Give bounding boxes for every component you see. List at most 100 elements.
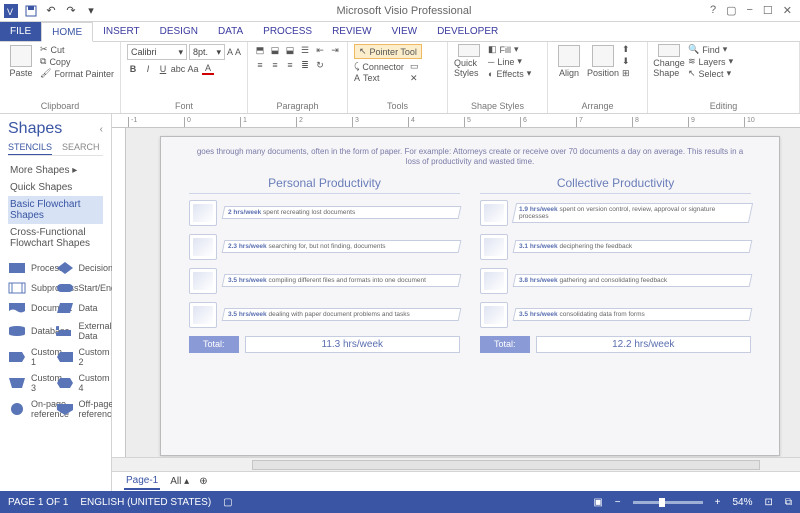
zoom-slider[interactable] (633, 501, 703, 504)
stencil-item[interactable]: Quick Shapes (8, 179, 103, 196)
align-button[interactable]: Align (554, 44, 584, 78)
fill-button[interactable]: ◧Fill▾ (488, 44, 531, 55)
underline-icon[interactable]: U (157, 63, 169, 75)
change-shape-button[interactable]: Change Shape (654, 44, 684, 78)
align-top-icon[interactable]: ⬒ (254, 44, 266, 56)
tab-review[interactable]: REVIEW (322, 22, 381, 41)
save-icon[interactable] (24, 4, 38, 18)
tab-design[interactable]: DESIGN (150, 22, 208, 41)
text-case-icon[interactable]: Aa (187, 63, 199, 75)
align-bottom-icon[interactable]: ⬓ (284, 44, 296, 56)
collapse-icon[interactable]: ‹ (100, 124, 103, 135)
rectangle-tool-icon[interactable]: ▭ (410, 61, 419, 72)
tab-data[interactable]: DATA (208, 22, 253, 41)
stencils-tab[interactable]: STENCILS (8, 142, 52, 155)
canvas[interactable]: goes through many documents, often in th… (126, 128, 800, 457)
copy-button[interactable]: ⧉Copy (40, 56, 114, 67)
zoom-out-icon[interactable]: − (615, 497, 621, 508)
increase-font-icon[interactable]: A (227, 44, 233, 60)
search-tab[interactable]: SEARCH (62, 142, 100, 152)
stencil-item[interactable]: Cross-Functional Flowchart Shapes (8, 224, 103, 252)
shape-label: External Data (79, 321, 112, 341)
position-button[interactable]: Position (588, 44, 618, 78)
paste-button[interactable]: Paste (6, 44, 36, 78)
shape-item[interactable]: Start/End (56, 278, 104, 298)
indent-dec-icon[interactable]: ⇤ (314, 44, 326, 56)
strike-icon[interactable]: abc (172, 63, 184, 75)
font-family-combo[interactable]: Calibri▾ (127, 44, 187, 60)
stencil-item[interactable]: Basic Flowchart Shapes (8, 196, 103, 224)
fit-page-icon[interactable]: ⊡ (764, 497, 772, 508)
shape-item[interactable]: Process (8, 258, 56, 278)
maximize-icon[interactable]: ☐ (763, 4, 773, 17)
cut-button[interactable]: ✂Cut (40, 44, 114, 55)
format-painter-button[interactable]: 🖌Format Painter (40, 68, 114, 79)
tab-file[interactable]: FILE (0, 22, 41, 41)
tab-view[interactable]: VIEW (382, 22, 428, 41)
undo-icon[interactable]: ↶ (44, 4, 58, 18)
bold-icon[interactable]: B (127, 63, 139, 75)
tab-developer[interactable]: DEVELOPER (427, 22, 508, 41)
horizontal-scrollbar[interactable] (112, 457, 800, 471)
shape-item[interactable]: Custom 4 (56, 370, 104, 396)
bring-front-icon[interactable]: ⬆ (622, 44, 630, 55)
shape-item[interactable]: External Data (56, 318, 104, 344)
shape-item[interactable]: Decision (56, 258, 104, 278)
select-button[interactable]: ↖Select▾ (688, 68, 733, 79)
minimize-icon[interactable]: − (746, 4, 752, 17)
rotate-icon[interactable]: ↻ (314, 59, 326, 71)
align-center-icon[interactable]: ≡ (269, 59, 281, 71)
close-icon[interactable]: ✕ (783, 4, 792, 17)
connector-button[interactable]: ⤹Connector (354, 61, 404, 72)
column-title: Personal Productivity (189, 176, 460, 194)
group-icon[interactable]: ⊞ (622, 68, 630, 79)
help-icon[interactable]: ? (710, 4, 716, 17)
text-tool-button[interactable]: AText (354, 73, 404, 83)
send-back-icon[interactable]: ⬇ (622, 56, 630, 67)
redo-icon[interactable]: ↷ (64, 4, 78, 18)
tab-insert[interactable]: INSERT (93, 22, 150, 41)
pointer-tool-button[interactable]: ↖Pointer Tool (354, 44, 422, 59)
indent-inc-icon[interactable]: ⇥ (329, 44, 341, 56)
shape-item[interactable]: Custom 1 (8, 344, 56, 370)
shape-item[interactable]: Subprocess (8, 278, 56, 298)
decrease-font-icon[interactable]: A (235, 44, 241, 60)
shape-item[interactable]: On-page reference (8, 396, 56, 422)
shape-item[interactable]: Custom 2 (56, 344, 104, 370)
freeform-tool-icon[interactable]: ✕ (410, 73, 419, 84)
page-indicator[interactable]: PAGE 1 OF 1 (8, 497, 68, 508)
more-shapes-item[interactable]: More Shapes ▸ (8, 162, 103, 179)
align-middle-icon[interactable]: ⬓ (269, 44, 281, 56)
shape-item[interactable]: Database (8, 318, 56, 344)
tab-process[interactable]: PROCESS (253, 22, 322, 41)
shape-item[interactable]: Data (56, 298, 104, 318)
drawing-page[interactable]: goes through many documents, often in th… (160, 136, 780, 456)
presentation-mode-icon[interactable]: ▣ (593, 497, 602, 508)
italic-icon[interactable]: I (142, 63, 154, 75)
switch-windows-icon[interactable]: ⧉ (785, 497, 792, 508)
zoom-level[interactable]: 54% (732, 497, 752, 508)
justify-icon[interactable]: ≣ (299, 59, 311, 71)
language-indicator[interactable]: ENGLISH (UNITED STATES) (80, 497, 211, 508)
align-right-icon[interactable]: ≡ (284, 59, 296, 71)
zoom-in-icon[interactable]: + (715, 497, 721, 508)
macro-recorder-icon[interactable]: ▢ (223, 497, 232, 508)
shape-item[interactable]: Custom 3 (8, 370, 56, 396)
line-button[interactable]: ─Line▾ (488, 56, 531, 67)
all-pages-tab[interactable]: All ▴ (170, 476, 189, 487)
qat-more-icon[interactable]: ▾ (84, 4, 98, 18)
ribbon-collapse-icon[interactable]: ▢ (726, 4, 736, 17)
layers-button[interactable]: ≋Layers▾ (688, 56, 733, 67)
tab-home[interactable]: HOME (41, 22, 93, 42)
quick-styles-button[interactable]: Quick Styles (454, 44, 484, 78)
shape-item[interactable]: Off-page reference (56, 396, 104, 422)
font-color-icon[interactable]: A (202, 63, 214, 75)
find-button[interactable]: 🔍Find▾ (688, 44, 733, 55)
shape-item[interactable]: Document (8, 298, 56, 318)
align-left-icon[interactable]: ≡ (254, 59, 266, 71)
page-tab[interactable]: Page-1 (124, 473, 160, 490)
add-page-icon[interactable]: ⊕ (199, 476, 207, 487)
effects-button[interactable]: ◐Effects▾ (488, 68, 531, 79)
bullets-icon[interactable]: ☰ (299, 44, 311, 56)
font-size-combo[interactable]: 8pt.▾ (189, 44, 225, 60)
